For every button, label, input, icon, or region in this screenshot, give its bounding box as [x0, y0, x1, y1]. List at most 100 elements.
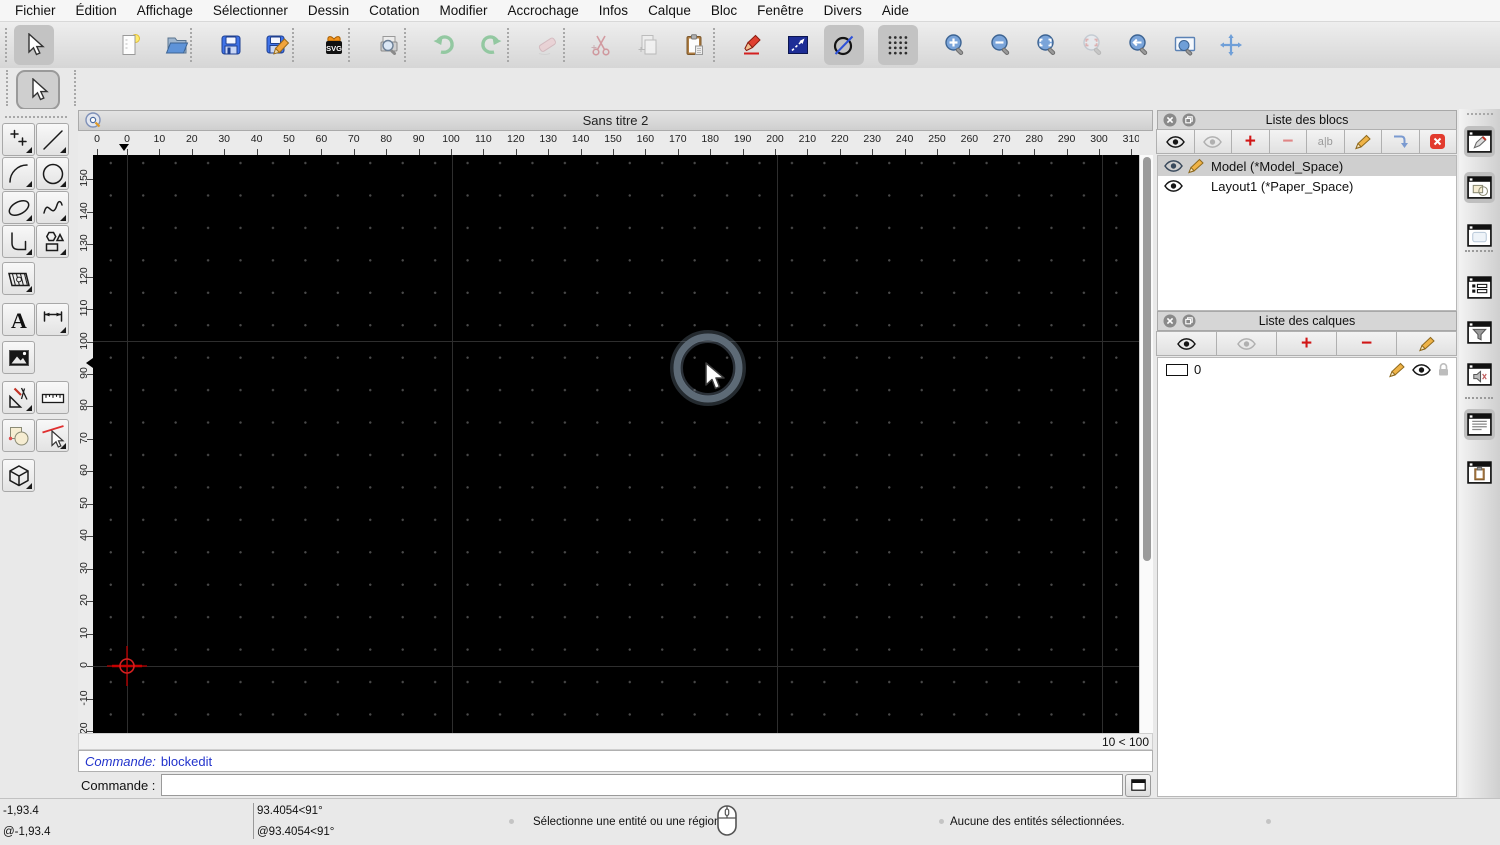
paste-button[interactable] — [675, 25, 715, 65]
menu-infos[interactable]: Infos — [589, 0, 638, 22]
block-row-model[interactable]: Model (*Model_Space) — [1158, 156, 1456, 176]
menu-selectionner[interactable]: Sélectionner — [203, 0, 298, 22]
menu-aide[interactable]: Aide — [872, 0, 919, 22]
order-tool-button[interactable] — [2, 419, 35, 452]
eraser-button[interactable] — [528, 25, 568, 65]
menu-cotation[interactable]: Cotation — [359, 0, 429, 22]
menu-affichage[interactable]: Affichage — [127, 0, 203, 22]
modify-tool-button[interactable] — [2, 381, 35, 414]
draw-line-button[interactable] — [778, 25, 818, 65]
menu-fichier[interactable]: Fichier — [5, 0, 66, 22]
polyline-tool-button[interactable] — [2, 225, 35, 258]
layer-row-0[interactable]: 0 — [1158, 358, 1456, 381]
drawing-canvas[interactable] — [93, 155, 1139, 733]
add-layer-button[interactable]: + — [1276, 331, 1337, 356]
measure-tool-button[interactable] — [36, 381, 69, 414]
show-all-blocks-button[interactable] — [1156, 129, 1195, 154]
block-list-toggle-button[interactable] — [1464, 126, 1495, 157]
save-as-button[interactable] — [258, 25, 298, 65]
solid3d-tool-button[interactable] — [2, 459, 35, 492]
command-history-toggle-button[interactable] — [1464, 409, 1495, 440]
scrollbar-thumb[interactable] — [1143, 157, 1151, 561]
menu-edition[interactable]: Édition — [66, 0, 127, 22]
delete-block-button[interactable] — [1418, 129, 1457, 154]
menu-divers[interactable]: Divers — [814, 0, 872, 22]
pen-button[interactable] — [731, 25, 771, 65]
copy-button[interactable] — [628, 25, 668, 65]
menu-fenetre[interactable]: Fenêtre — [747, 0, 814, 22]
deselect-tool-button[interactable] — [36, 419, 69, 452]
menu-calque[interactable]: Calque — [638, 0, 701, 22]
rename-block-button[interactable]: a|b — [1306, 129, 1345, 154]
text-tool-button[interactable]: A — [2, 303, 35, 336]
command-history: Commande: blockedit — [78, 750, 1153, 772]
layers-panel-float-icon[interactable] — [1182, 314, 1196, 328]
add-block-button[interactable]: + — [1231, 129, 1270, 154]
svg-export-button[interactable]: SVG — [314, 25, 354, 65]
menu-modifier[interactable]: Modifier — [429, 0, 497, 22]
menu-accrochage[interactable]: Accrochage — [497, 0, 588, 22]
new-file-button[interactable] — [110, 25, 150, 65]
dimension-tool-button[interactable] — [36, 303, 69, 336]
canvas-vertical-scrollbar[interactable] — [1139, 155, 1153, 733]
insert-block-button[interactable] — [1381, 129, 1420, 154]
library-browser-toggle-button[interactable] — [1464, 220, 1495, 251]
block-visible-icon[interactable] — [1164, 160, 1183, 172]
ellipse-tool-button[interactable] — [2, 191, 35, 224]
remove-layer-button[interactable]: − — [1336, 331, 1397, 356]
hide-all-blocks-button[interactable] — [1193, 129, 1232, 154]
edit-layer-button[interactable] — [1396, 331, 1457, 356]
ruler-label: -10 — [78, 689, 90, 706]
selection-filter-toggle-button[interactable] — [1464, 317, 1495, 348]
shapes-tool-button[interactable] — [36, 225, 69, 258]
layer-color-swatch[interactable] — [1166, 363, 1188, 376]
select-button[interactable] — [14, 25, 54, 65]
blocks-panel-float-icon[interactable] — [1182, 113, 1196, 127]
command-options-button[interactable] — [1125, 773, 1151, 797]
command-input[interactable] — [161, 774, 1123, 796]
show-all-layers-button[interactable] — [1156, 331, 1217, 356]
circle-tool-button[interactable] — [36, 157, 69, 190]
remove-block-button[interactable]: − — [1268, 129, 1307, 154]
ruler-label: 110 — [475, 133, 492, 145]
arc-tool-button[interactable] — [2, 157, 35, 190]
layer-list-toggle-button[interactable] — [1464, 172, 1495, 203]
draw-circle-button[interactable] — [824, 25, 864, 65]
layer-lock-icon[interactable] — [1437, 362, 1450, 377]
menu-dessin[interactable]: Dessin — [298, 0, 359, 22]
line-tool-button[interactable] — [36, 123, 69, 156]
zoom-auto-button[interactable] — [1027, 25, 1067, 65]
layer-visible-icon[interactable] — [1412, 363, 1431, 376]
zoom-in-button[interactable] — [935, 25, 975, 65]
hatch-tool-button[interactable] — [2, 262, 35, 295]
blocks-panel-close-icon[interactable] — [1163, 113, 1177, 127]
layers-panel-close-icon[interactable] — [1163, 314, 1177, 328]
select-tool-button[interactable] — [16, 70, 60, 110]
entity-list-toggle-button[interactable] — [1464, 272, 1495, 303]
redo-button[interactable] — [471, 25, 511, 65]
print-preview-button[interactable] — [369, 25, 409, 65]
block-row-layout1[interactable]: Layout1 (*Paper_Space) — [1158, 176, 1456, 196]
zoom-out-button[interactable] — [981, 25, 1021, 65]
points-tool-button[interactable] — [2, 123, 35, 156]
zoom-window-button[interactable] — [1165, 25, 1205, 65]
save-button[interactable] — [211, 25, 251, 65]
block-edit-icon[interactable] — [1187, 158, 1205, 174]
menu-bloc[interactable]: Bloc — [701, 0, 747, 22]
undo-button[interactable] — [424, 25, 464, 65]
cut-button[interactable] — [581, 25, 621, 65]
zoom-back-button[interactable] — [1119, 25, 1159, 65]
ruler-label: 20 — [78, 594, 90, 606]
open-file-button[interactable] — [157, 25, 197, 65]
clipboard-toggle-button[interactable] — [1464, 457, 1495, 488]
zoom-previous-button[interactable] — [1073, 25, 1113, 65]
block-visible-icon[interactable] — [1164, 180, 1183, 192]
edit-block-button[interactable] — [1343, 129, 1382, 154]
layer-edit-icon[interactable] — [1388, 362, 1406, 378]
spline-tool-button[interactable] — [36, 191, 69, 224]
plugins-toggle-button[interactable] — [1464, 359, 1495, 390]
zoom-pan-button[interactable] — [1211, 25, 1251, 65]
grid-button[interactable] — [878, 25, 918, 65]
image-tool-button[interactable] — [2, 341, 35, 374]
hide-all-layers-button[interactable] — [1216, 331, 1277, 356]
